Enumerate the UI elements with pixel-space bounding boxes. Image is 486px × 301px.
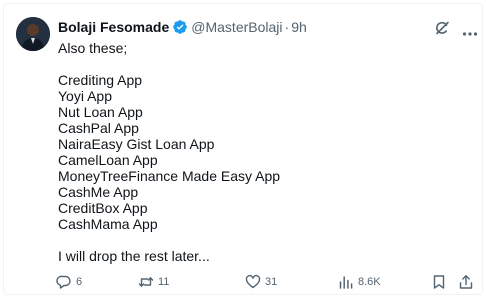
timestamp[interactable]: 9h	[291, 18, 307, 36]
repost-button[interactable]: 11	[138, 273, 169, 291]
tweet-line: CreditBox App	[58, 200, 148, 216]
author-name[interactable]: Bolaji Fesomade	[58, 18, 169, 36]
tweet-line: Crediting App	[58, 72, 143, 88]
avatar[interactable]	[16, 17, 50, 51]
tweet-line: Also these;	[58, 40, 128, 56]
verified-badge-icon	[172, 19, 188, 35]
separator-dot: ·	[284, 19, 290, 35]
tweet-header: Bolaji Fesomade @MasterBolaji · 9h	[58, 18, 307, 36]
tweet-line: Yoyi App	[58, 88, 112, 104]
reply-button[interactable]: 6	[56, 273, 82, 291]
repost-icon	[138, 277, 154, 287]
tweet-line: CashPal App	[58, 120, 139, 136]
like-icon	[245, 274, 261, 289]
repost-count: 11	[158, 276, 170, 288]
like-count: 31	[265, 276, 278, 288]
tweet-line: MoneyTreeFinance Made Easy App	[58, 168, 281, 184]
tweet-line	[58, 56, 468, 72]
views-button[interactable]: 8.6K	[338, 273, 381, 291]
tweet-line: CashMama App	[58, 216, 158, 232]
tweet-line: NairaEasy Gist Loan App	[58, 136, 215, 152]
bookmark-button[interactable]	[431, 273, 447, 291]
like-button[interactable]: 31	[245, 273, 277, 291]
tweet-line: I will drop the rest later...	[58, 248, 210, 264]
reply-count: 6	[76, 276, 83, 288]
grok-icon[interactable]	[434, 20, 450, 36]
tweet-line: CashMe App	[58, 184, 139, 200]
share-button[interactable]	[458, 273, 474, 291]
bookmark-icon	[433, 275, 445, 289]
tweet-line	[58, 232, 468, 248]
tweet-text: Also these; Crediting App Yoyi App Nut L…	[58, 40, 468, 264]
reply-icon	[56, 275, 71, 289]
author-handle[interactable]: @MasterBolaji	[191, 18, 282, 36]
tweet-actions: 6 11 31 8.6K	[56, 273, 474, 291]
more-icon[interactable]	[462, 24, 478, 36]
share-icon	[459, 275, 473, 289]
tweet-line: CamelLoan App	[58, 152, 158, 168]
views-count: 8.6K	[358, 276, 381, 288]
tweet-card[interactable]: Bolaji Fesomade @MasterBolaji · 9h Also …	[3, 3, 483, 295]
tweet-line: Nut Loan App	[58, 104, 143, 120]
views-icon	[339, 276, 353, 289]
